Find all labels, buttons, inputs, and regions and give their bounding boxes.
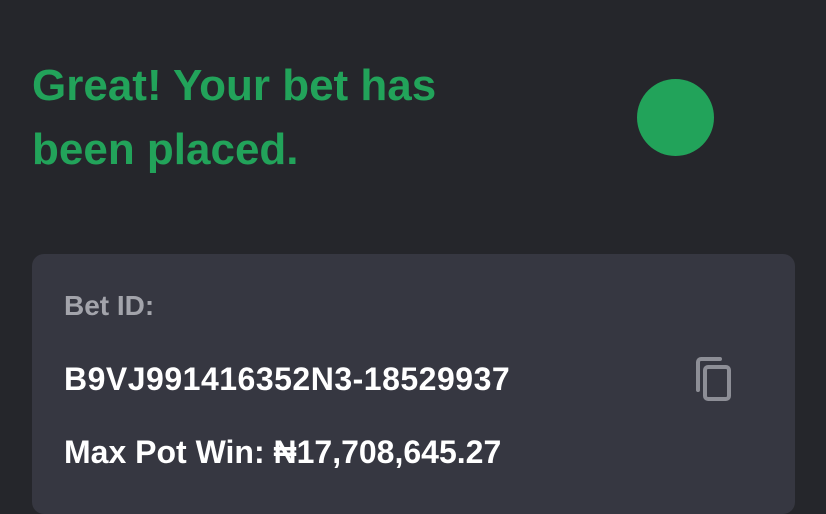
success-status-icon: [637, 79, 714, 156]
max-pot-win: Max Pot Win: ₦17,708,645.27: [64, 434, 501, 471]
max-pot-win-label: Max Pot Win:: [64, 434, 265, 470]
bet-id-label: Bet ID:: [64, 290, 155, 321]
copy-icon: [696, 357, 731, 401]
bet-id-value: B9VJ991416352N3-18529937: [64, 361, 511, 397]
success-message: Great! Your bet has been placed.: [32, 61, 437, 174]
confirmation-header: Great! Your bet has been placed.: [32, 54, 812, 194]
bet-details-card: Bet ID: B9VJ991416352N3-18529937 Max Pot…: [32, 254, 795, 514]
copy-bet-id-button[interactable]: [692, 354, 736, 406]
max-pot-win-value: ₦17,708,645.27: [273, 434, 502, 470]
